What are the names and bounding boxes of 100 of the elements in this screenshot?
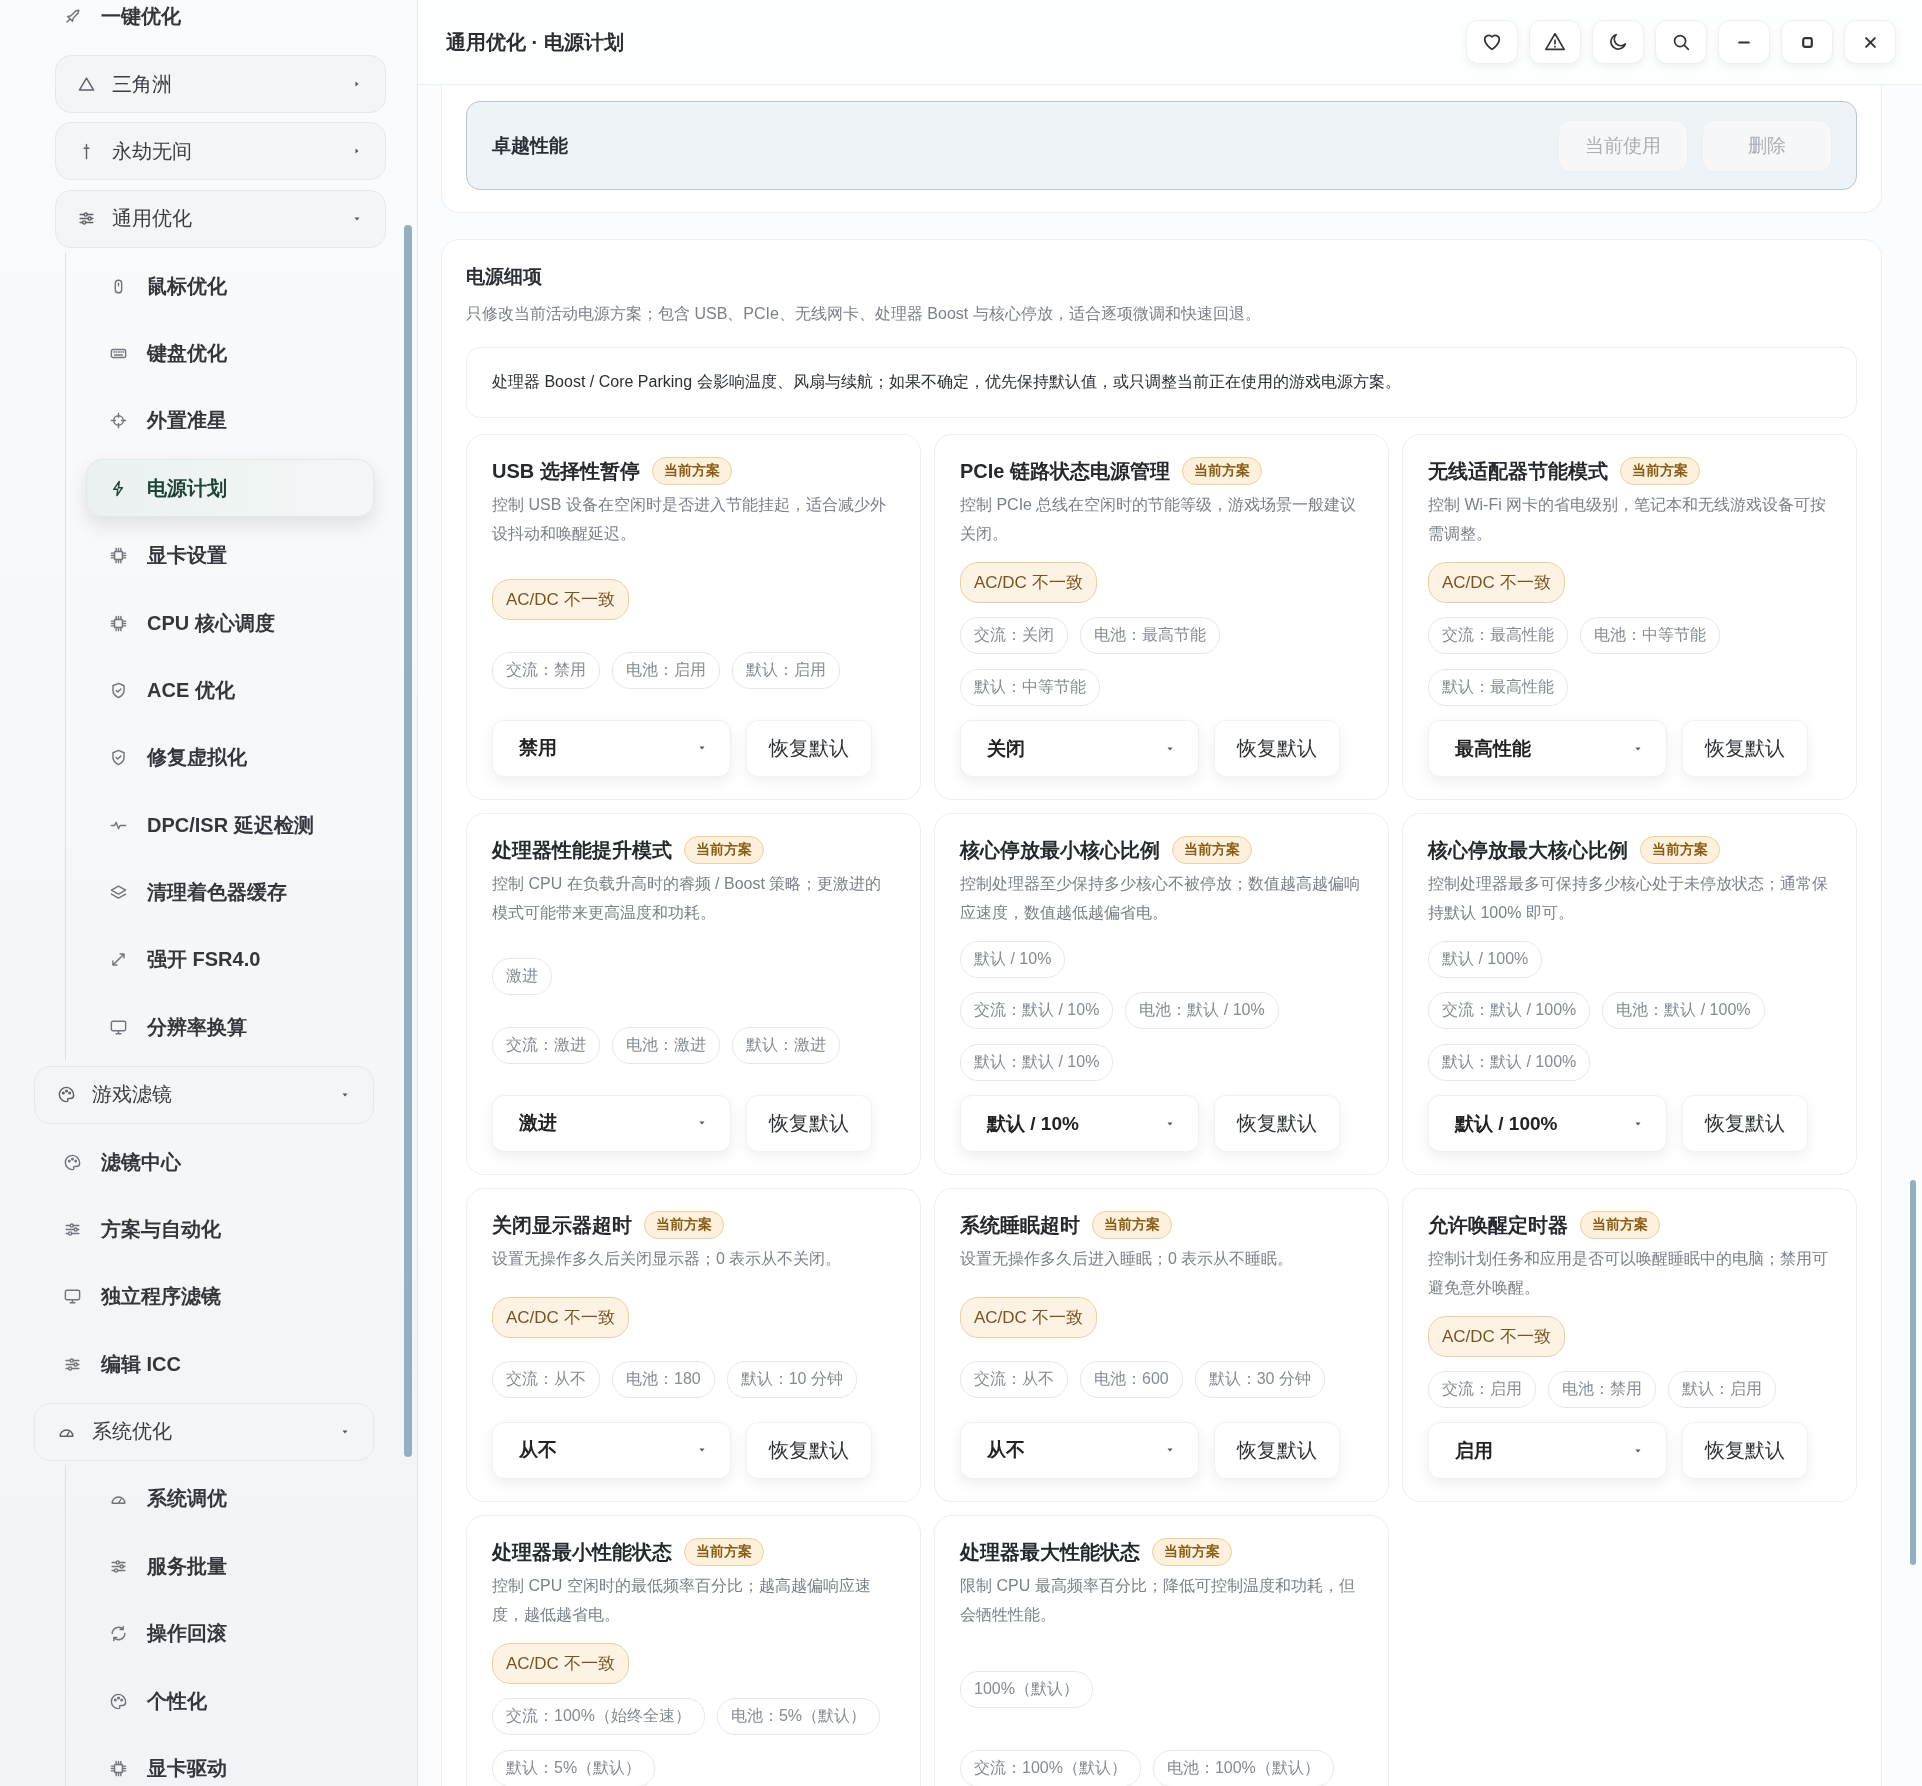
reset-button[interactable]: 恢复默认	[1682, 720, 1808, 777]
sidebar-item[interactable]: CPU 核心调度	[86, 594, 374, 653]
value-chip: 电池：禁用	[1548, 1371, 1656, 1408]
sidebar-item[interactable]: 强开 FSR4.0	[86, 930, 374, 989]
sidebar-item[interactable]: DPC/ISR 延迟检测	[86, 796, 374, 855]
dropdown[interactable]: 关闭	[960, 720, 1199, 777]
sidebar-item[interactable]: 外置准星	[86, 391, 374, 450]
setting-description: 限制 CPU 最高频率百分比；降低可控制温度和功耗，但会牺牲性能。	[960, 1576, 1356, 1625]
close-icon	[1864, 36, 1876, 48]
setting-description: 控制 CPU 空闲时的最低频率百分比；越高越偏响应速度，越低越省电。	[492, 1576, 872, 1625]
sidebar-item[interactable]: 显卡设置	[86, 526, 374, 585]
setting-title: 处理器性能提升模式	[492, 837, 672, 863]
plan-name: 卓越性能	[492, 133, 568, 158]
theme-button[interactable]	[1592, 20, 1644, 64]
value-chip: 默认：激进	[732, 1026, 840, 1064]
value-chip: 交流：激进	[492, 1026, 600, 1064]
value-chip: 默认：5%（默认）	[492, 1750, 656, 1786]
sidebar-item[interactable]: 显卡驱动	[86, 1739, 374, 1786]
dropdown[interactable]: 最高性能	[1428, 720, 1667, 777]
chip-icon	[109, 613, 128, 633]
value-chip: 电池：最高节能	[1080, 617, 1220, 654]
chip-icon	[109, 1758, 128, 1778]
search-button[interactable]	[1655, 20, 1707, 64]
sidebar-item[interactable]: 方案与自动化	[34, 1200, 374, 1259]
sidebar-item[interactable]: 编辑 ICC	[34, 1335, 374, 1394]
sidebar-item[interactable]: 电源计划	[86, 459, 374, 518]
value-chip: 默认：中等节能	[960, 669, 1100, 706]
dropdown[interactable]: 从不	[960, 1421, 1199, 1479]
maximize-button[interactable]	[1781, 20, 1833, 64]
palette-icon	[109, 1691, 128, 1711]
sidebar-item[interactable]: 键盘优化	[86, 324, 374, 383]
reset-button[interactable]: 恢复默认	[1214, 1095, 1340, 1152]
reset-button[interactable]: 恢复默认	[1682, 1095, 1808, 1152]
favorite-button[interactable]	[1466, 20, 1518, 64]
value-chip: 默认：最高性能	[1428, 669, 1568, 706]
setting-title: PCIe 链路状态电源管理	[960, 458, 1171, 484]
sidebar-item[interactable]: 个性化	[86, 1672, 374, 1731]
reset-button[interactable]: 恢复默认	[746, 720, 872, 777]
value-chip: 交流：默认 / 10%	[960, 992, 1114, 1029]
reset-button[interactable]: 恢复默认	[746, 1095, 872, 1152]
current-plan-badge: 当前方案	[1152, 1538, 1232, 1566]
setting-description: 控制处理器最多可保持多少核心处于未停放状态；通常保持默认 100% 即可。	[1428, 874, 1829, 923]
status-tag: AC/DC 不一致	[492, 579, 629, 621]
setting-description: 控制 PCIe 总线在空闲时的节能等级，游戏场景一般建议关闭。	[960, 495, 1358, 544]
current-plan-badge: 当前方案	[1182, 457, 1263, 485]
sidebar-item[interactable]: 修复虚拟化	[86, 728, 374, 787]
sidebar-item[interactable]: 一键优化	[34, 0, 374, 46]
reset-button[interactable]: 恢复默认	[1214, 720, 1340, 777]
reset-button[interactable]: 恢复默认	[1682, 1422, 1808, 1479]
warning-icon	[1544, 31, 1566, 53]
sidebar-item[interactable]: 鼠标优化	[86, 257, 374, 316]
reset-button[interactable]: 恢复默认	[1214, 1421, 1340, 1479]
dropdown[interactable]: 从不	[492, 1421, 731, 1479]
sidebar-group[interactable]: 系统优化	[34, 1402, 374, 1461]
crosshair-icon	[109, 411, 128, 431]
sidebar-item[interactable]: ACE 优化	[86, 661, 374, 720]
warning-button[interactable]	[1529, 20, 1581, 64]
close-button[interactable]	[1844, 20, 1896, 64]
value-chip: 电池：默认 / 100%	[1602, 992, 1765, 1029]
section-title: 电源细项	[466, 265, 543, 289]
dropdown[interactable]: 禁用	[492, 720, 731, 777]
minimize-icon	[1738, 40, 1750, 44]
value-chip: 默认：默认 / 100%	[1428, 1044, 1591, 1081]
sidebar-item[interactable]: 独立程序滤镜	[34, 1267, 374, 1326]
page-title: 通用优化 · 电源计划	[446, 29, 624, 55]
sidebar-item[interactable]: 滤镜中心	[34, 1133, 374, 1192]
value-chip: 交流：默认 / 100%	[1428, 992, 1591, 1029]
value-chip: 交流：100%（始终全速）	[492, 1698, 705, 1735]
setting-title: 允许唤醒定时器	[1428, 1212, 1568, 1238]
dropdown[interactable]: 默认 / 10%	[960, 1095, 1199, 1152]
dropdown[interactable]: 激进	[492, 1095, 731, 1152]
setting-description: 控制 CPU 在负载升高时的睿频 / Boost 策略；更激进的模式可能带来更高温度和功耗。	[492, 874, 883, 923]
sidebar-item[interactable]: 清理着色器缓存	[86, 863, 374, 922]
setting-title: 核心停放最小核心比例	[960, 837, 1160, 863]
setting-title: 处理器最大性能状态	[960, 1539, 1140, 1565]
status-tag: AC/DC 不一致	[960, 1296, 1097, 1338]
value-chip: 电池：默认 / 10%	[1125, 992, 1279, 1029]
monitor-icon	[109, 1017, 128, 1037]
dropdown[interactable]: 默认 / 100%	[1428, 1095, 1667, 1152]
sidebar-item[interactable]: 系统调优	[86, 1469, 374, 1528]
dropdown[interactable]: 启用	[1428, 1422, 1667, 1479]
sidebar-item[interactable]: 服务批量	[86, 1537, 374, 1596]
sidebar-item[interactable]: 操作回滚	[86, 1604, 374, 1663]
value-chip: 默认：启用	[732, 651, 840, 689]
status-tag: 激进	[492, 958, 552, 996]
sidebar-group[interactable]: 游戏滤镜	[34, 1065, 374, 1124]
setting-title: 无线适配器节能模式	[1428, 458, 1608, 484]
palette-icon	[57, 1085, 76, 1105]
sidebar-group[interactable]: 永劫无间	[55, 122, 386, 181]
sidebar-group[interactable]: 通用优化	[55, 189, 386, 248]
status-tag: AC/DC 不一致	[492, 1296, 629, 1338]
status-tag: 默认 / 100%	[1428, 941, 1543, 978]
status-tag: AC/DC 不一致	[960, 562, 1097, 603]
value-chip: 交流：启用	[1428, 1371, 1536, 1408]
value-chip: 电池：激进	[612, 1026, 720, 1064]
setting-description: 设置无操作多久后关闭显示器；0 表示从不关闭。	[492, 1249, 843, 1269]
sidebar-group[interactable]: 三角洲	[55, 55, 386, 114]
sidebar-item[interactable]: 分辨率换算	[86, 998, 374, 1057]
reset-button[interactable]: 恢复默认	[746, 1421, 872, 1479]
status-tag: 100%（默认）	[960, 1671, 1093, 1708]
